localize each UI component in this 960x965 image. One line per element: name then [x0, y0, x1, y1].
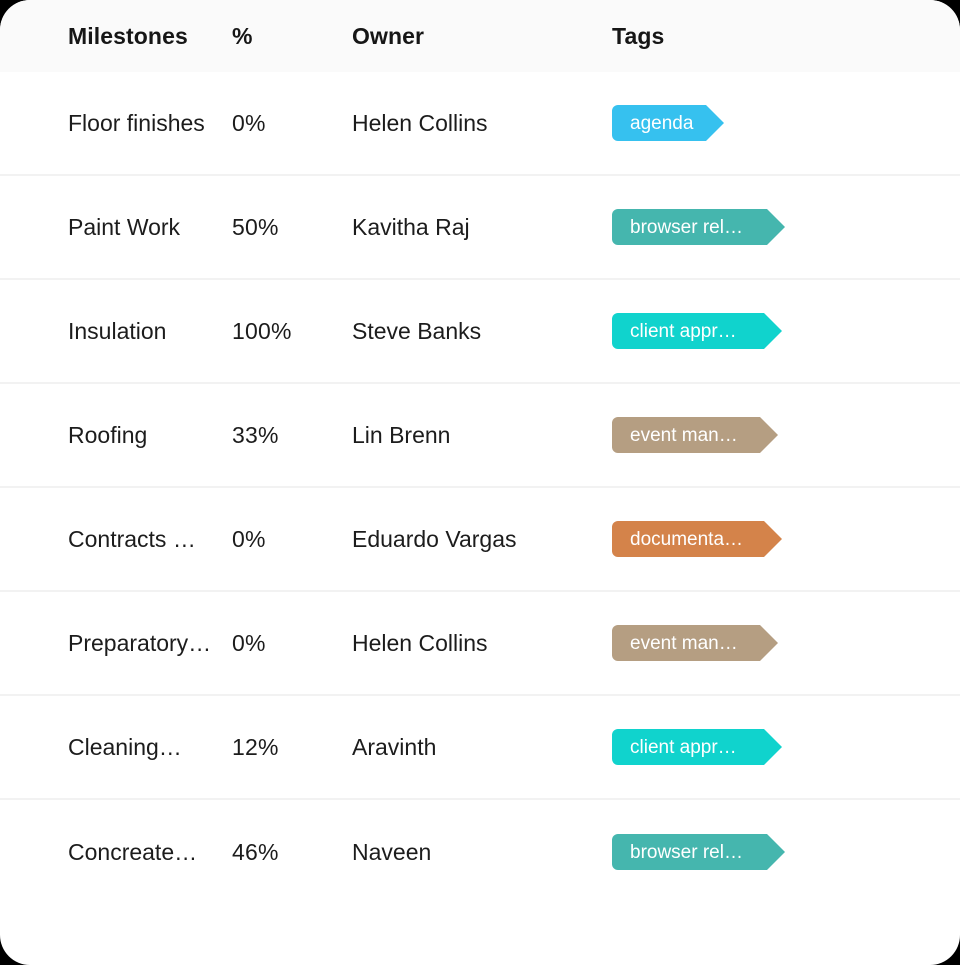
- tag-label: documenta…: [630, 528, 744, 550]
- tag-chip[interactable]: event man…: [612, 417, 778, 453]
- cell-owner[interactable]: Helen Collins: [352, 630, 612, 657]
- cell-owner[interactable]: Lin Brenn: [352, 422, 612, 449]
- cell-tags: event man…: [612, 625, 860, 661]
- tag-chip[interactable]: documenta…: [612, 521, 782, 557]
- cell-milestone[interactable]: Contracts …: [0, 526, 232, 553]
- tag-label: client appr…: [630, 736, 737, 758]
- table-row[interactable]: Preparatory… 0% Helen Collins event man…: [0, 592, 960, 696]
- table-row[interactable]: Concreate… 46% Naveen browser rel…: [0, 800, 960, 904]
- column-header-percent[interactable]: %: [232, 23, 352, 50]
- cell-milestone[interactable]: Roofing: [0, 422, 232, 449]
- cell-percent: 0%: [232, 629, 266, 656]
- tag-chip[interactable]: browser rel…: [612, 209, 785, 245]
- cell-owner[interactable]: Naveen: [352, 839, 612, 866]
- table-header-row: Milestones % Owner Tags: [0, 0, 960, 72]
- cell-tags: event man…: [612, 417, 860, 453]
- cell-milestone[interactable]: Concreate…: [0, 839, 232, 866]
- tag-label: agenda: [630, 112, 694, 134]
- tag-label: client appr…: [630, 320, 737, 342]
- table-row[interactable]: Insulation 100% Steve Banks client appr…: [0, 280, 960, 384]
- cell-tags: browser rel…: [612, 209, 860, 245]
- cell-tags: documenta…: [612, 521, 860, 557]
- cell-percent: 46%: [232, 838, 279, 865]
- cell-tags: client appr…: [612, 313, 860, 349]
- table-row[interactable]: Roofing 33% Lin Brenn event man…: [0, 384, 960, 488]
- cell-percent: 0%: [232, 109, 266, 136]
- tag-chip[interactable]: client appr…: [612, 313, 782, 349]
- table-row[interactable]: Paint Work 50% Kavitha Raj browser rel…: [0, 176, 960, 280]
- cell-owner[interactable]: Steve Banks: [352, 318, 612, 345]
- cell-tags: agenda: [612, 105, 860, 141]
- cell-percent: 0%: [232, 525, 266, 552]
- tag-chip[interactable]: agenda: [612, 105, 724, 141]
- cell-milestone[interactable]: Floor finishes: [0, 110, 232, 137]
- table-row[interactable]: Floor finishes 0% Helen Collins agenda: [0, 72, 960, 176]
- tag-label: browser rel…: [630, 841, 743, 863]
- cell-milestone[interactable]: Paint Work: [0, 214, 232, 241]
- table-body: Floor finishes 0% Helen Collins agenda Paint…: [0, 72, 960, 904]
- cell-owner[interactable]: Aravinth: [352, 734, 612, 761]
- cell-tags: client appr…: [612, 729, 860, 765]
- table-row[interactable]: Contracts … 0% Eduardo Vargas documenta…: [0, 488, 960, 592]
- table-row[interactable]: Cleaning… 12% Aravinth client appr…: [0, 696, 960, 800]
- milestones-table-card: Milestones % Owner Tags Floor finishes 0%…: [0, 0, 960, 965]
- column-header-owner[interactable]: Owner: [352, 23, 612, 50]
- cell-tags: browser rel…: [612, 834, 860, 870]
- cell-percent: 50%: [232, 213, 279, 240]
- column-header-milestones[interactable]: Milestones: [0, 23, 232, 50]
- tag-chip[interactable]: browser rel…: [612, 834, 785, 870]
- cell-owner[interactable]: Helen Collins: [352, 110, 612, 137]
- cell-owner[interactable]: Eduardo Vargas: [352, 526, 612, 553]
- tag-chip[interactable]: client appr…: [612, 729, 782, 765]
- cell-percent: 12%: [232, 733, 279, 760]
- cell-percent: 33%: [232, 421, 279, 448]
- tag-label: browser rel…: [630, 216, 743, 238]
- cell-owner[interactable]: Kavitha Raj: [352, 214, 612, 241]
- tag-chip[interactable]: event man…: [612, 625, 778, 661]
- tag-label: event man…: [630, 424, 738, 446]
- cell-milestone[interactable]: Cleaning…: [0, 734, 232, 761]
- cell-percent: 100%: [232, 317, 292, 344]
- column-header-tags[interactable]: Tags: [612, 23, 860, 50]
- cell-milestone[interactable]: Preparatory…: [0, 630, 232, 657]
- tag-label: event man…: [630, 632, 738, 654]
- cell-milestone[interactable]: Insulation: [0, 318, 232, 345]
